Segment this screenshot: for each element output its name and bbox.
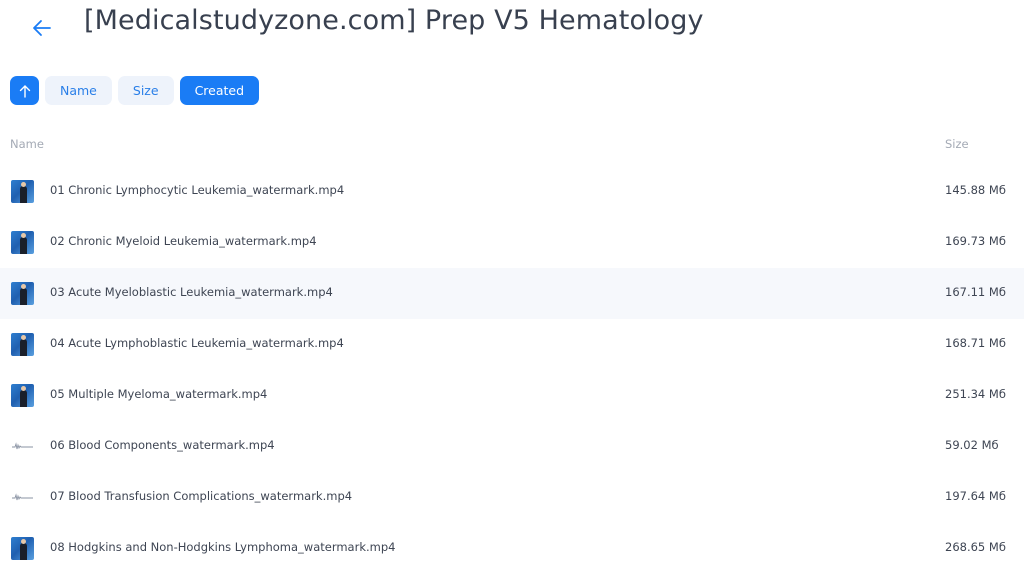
- file-row[interactable]: 05 Multiple Myeloma_watermark.mp4 251.34 …: [0, 370, 1024, 421]
- arrow-left-icon: [33, 20, 51, 36]
- file-row[interactable]: 03 Acute Myeloblastic Leukemia_watermark…: [0, 268, 1024, 319]
- page-title: [Medicalstudyzone.com] Prep V5 Hematolog…: [84, 5, 704, 36]
- file-list: 01 Chronic Lymphocytic Leukemia_watermar…: [0, 166, 1024, 574]
- file-row[interactable]: 02 Chronic Myeloid Leukemia_watermark.mp…: [0, 217, 1024, 268]
- file-row[interactable]: 08 Hodgkins and Non-Hodgkins Lymphoma_wa…: [0, 523, 1024, 574]
- file-name[interactable]: 04 Acute Lymphoblastic Leukemia_watermar…: [50, 336, 344, 350]
- sort-direction-button[interactable]: [10, 76, 39, 105]
- file-name[interactable]: 05 Multiple Myeloma_watermark.mp4: [50, 387, 267, 401]
- audio-waveform-thumbnail-icon: [11, 435, 34, 458]
- column-header-size[interactable]: Size: [945, 137, 969, 151]
- arrow-up-icon: [19, 84, 30, 98]
- file-row[interactable]: 01 Chronic Lymphocytic Leukemia_watermar…: [0, 166, 1024, 217]
- file-name[interactable]: 07 Blood Transfusion Complications_water…: [50, 489, 352, 503]
- back-button[interactable]: [26, 12, 58, 44]
- sort-by-created-button[interactable]: Created: [179, 76, 260, 105]
- file-name[interactable]: 06 Blood Components_watermark.mp4: [50, 438, 275, 452]
- video-thumbnail-icon: [11, 180, 34, 203]
- sort-bar: Name Size Created: [10, 76, 260, 106]
- file-size: 268.65 Мб: [945, 540, 1006, 554]
- sort-by-name-button[interactable]: Name: [45, 76, 112, 105]
- file-size: 169.73 Мб: [945, 234, 1006, 248]
- file-row[interactable]: 04 Acute Lymphoblastic Leukemia_watermar…: [0, 319, 1024, 370]
- file-name[interactable]: 02 Chronic Myeloid Leukemia_watermark.mp…: [50, 234, 317, 248]
- file-name[interactable]: 08 Hodgkins and Non-Hodgkins Lymphoma_wa…: [50, 540, 395, 554]
- file-size: 167.11 Мб: [945, 285, 1006, 299]
- file-size: 197.64 Мб: [945, 489, 1006, 503]
- file-size: 251.34 Мб: [945, 387, 1006, 401]
- audio-waveform-thumbnail-icon: [11, 486, 34, 509]
- file-name[interactable]: 01 Chronic Lymphocytic Leukemia_watermar…: [50, 183, 344, 197]
- file-row[interactable]: 07 Blood Transfusion Complications_water…: [0, 472, 1024, 523]
- video-thumbnail-icon: [11, 231, 34, 254]
- video-thumbnail-icon: [11, 333, 34, 356]
- video-thumbnail-icon: [11, 384, 34, 407]
- header: [Medicalstudyzone.com] Prep V5 Hematolog…: [0, 0, 1024, 56]
- column-header-name[interactable]: Name: [10, 137, 44, 151]
- file-size: 168.71 Мб: [945, 336, 1006, 350]
- file-size: 145.88 Мб: [945, 183, 1006, 197]
- video-thumbnail-icon: [11, 537, 34, 560]
- file-row[interactable]: 06 Blood Components_watermark.mp4 59.02 М…: [0, 421, 1024, 472]
- file-name[interactable]: 03 Acute Myeloblastic Leukemia_watermark…: [50, 285, 333, 299]
- file-size: 59.02 Мб: [945, 438, 999, 452]
- sort-by-size-button[interactable]: Size: [117, 76, 174, 105]
- video-thumbnail-icon: [11, 282, 34, 305]
